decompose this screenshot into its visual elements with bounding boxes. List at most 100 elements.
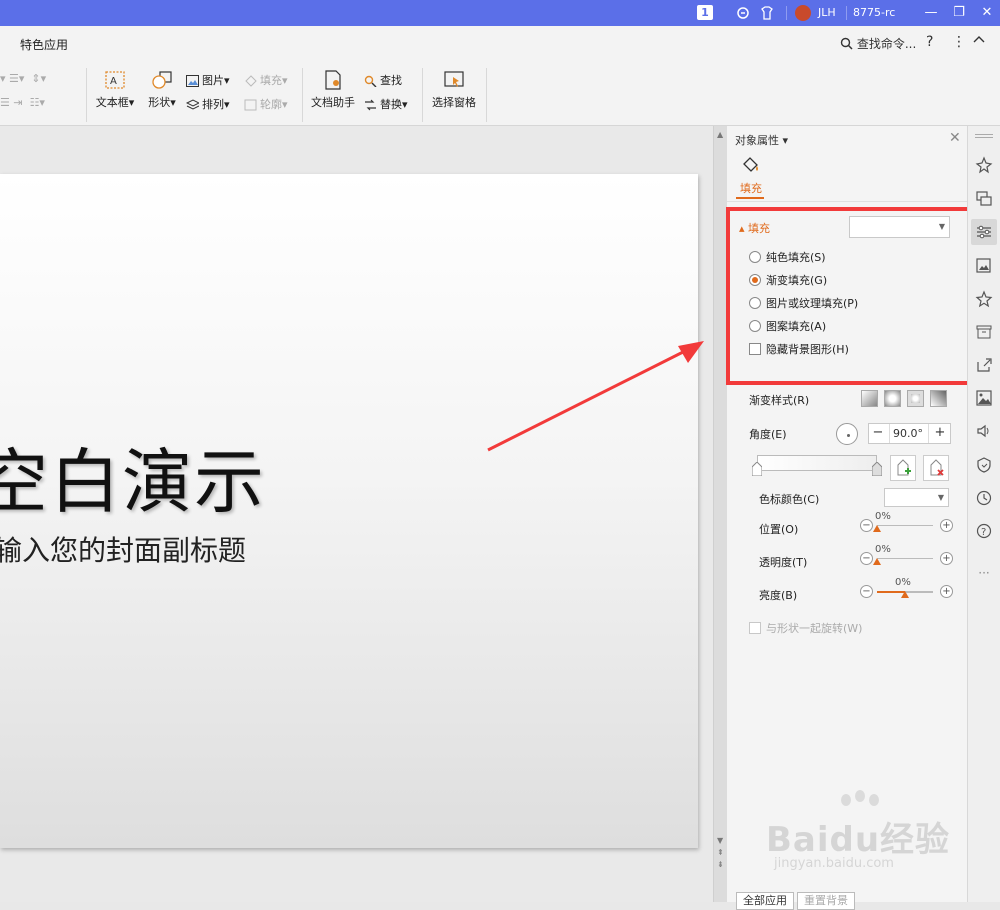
- side-icon-strip: ? ···: [967, 126, 1000, 902]
- arrange-icon: [185, 99, 201, 111]
- paragraph-controls-row2[interactable]: ☰ ⇥ ☷▾: [0, 96, 45, 109]
- minus-icon[interactable]: −: [860, 552, 873, 565]
- command-search[interactable]: 查找命令...: [840, 35, 916, 52]
- shape-icon: [151, 70, 173, 90]
- panel-close-icon[interactable]: ✕: [949, 130, 961, 146]
- fill-tab-icon[interactable]: [741, 156, 761, 176]
- menu-bar: 特色应用 查找命令... ? ⋮: [0, 26, 1000, 62]
- build-label: 8775-rc: [853, 6, 896, 19]
- rotate-with-shape-checkbox[interactable]: [749, 622, 761, 634]
- picture-icon[interactable]: [975, 389, 993, 407]
- page-down-icon[interactable]: ⇟: [717, 860, 724, 869]
- minimize-button[interactable]: —: [916, 0, 946, 26]
- window-count-badge[interactable]: 1: [697, 5, 713, 20]
- scroll-down-icon[interactable]: ▼: [717, 836, 723, 845]
- rotate-with-shape-option[interactable]: 与形状一起旋转(W): [749, 620, 862, 636]
- gradient-style-linear[interactable]: [861, 390, 878, 407]
- textbox-button[interactable]: A 文本框▾: [93, 70, 137, 110]
- canvas-scrollbar[interactable]: ▲ ▼ ⇞ ⇟: [713, 126, 727, 902]
- minus-icon[interactable]: −: [860, 519, 873, 532]
- minus-icon[interactable]: −: [860, 585, 873, 598]
- gradient-style-path[interactable]: [930, 390, 947, 407]
- transparency-slider[interactable]: − 0% +: [860, 544, 953, 566]
- close-button[interactable]: ✕: [972, 0, 1000, 26]
- user-name[interactable]: JLH: [818, 0, 836, 26]
- arrange-button[interactable]: 排列▾: [185, 96, 230, 112]
- find-button[interactable]: 查找: [364, 72, 402, 88]
- reset-background-button[interactable]: 重置背景: [797, 892, 855, 910]
- fill-button[interactable]: 填充▾: [244, 72, 288, 88]
- slide[interactable]: 空白演示 输入您的封面副标题: [0, 174, 698, 848]
- slide-canvas[interactable]: 空白演示 输入您的封面副标题: [0, 126, 713, 902]
- gradient-style-rect[interactable]: [907, 390, 924, 407]
- selection-pane-label: 选择窗格: [432, 96, 476, 109]
- share-icon[interactable]: [975, 356, 993, 374]
- slider-thumb[interactable]: [901, 591, 909, 598]
- textbox-label: 文本框: [95, 96, 129, 109]
- restore-button[interactable]: ❐: [944, 0, 974, 26]
- shield-icon[interactable]: [975, 456, 993, 474]
- slide-title[interactable]: 空白演示: [0, 426, 266, 527]
- plus-icon[interactable]: +: [940, 552, 953, 565]
- angle-stepper[interactable]: − 90.0° +: [868, 423, 951, 444]
- plus-icon[interactable]: +: [940, 519, 953, 532]
- position-slider[interactable]: − 0% +: [860, 511, 953, 533]
- angle-decrease-button[interactable]: −: [869, 424, 887, 443]
- more-icon[interactable]: ···: [975, 566, 993, 584]
- slide-subtitle[interactable]: 输入您的封面副标题: [0, 529, 246, 569]
- gradient-style-radial[interactable]: [884, 390, 901, 407]
- picture-button[interactable]: 图片▾: [186, 72, 230, 88]
- panel-bottom-buttons: 全部应用 重置背景: [736, 892, 858, 910]
- gradient-stops-bar[interactable]: [757, 455, 877, 471]
- scroll-up-icon[interactable]: ▲: [717, 130, 723, 139]
- outline-button[interactable]: 轮廓▾: [244, 96, 288, 112]
- audio-icon[interactable]: [975, 422, 993, 440]
- selection-pane-button[interactable]: 选择窗格: [430, 70, 478, 110]
- more-button[interactable]: ⋮: [952, 34, 966, 50]
- history-icon[interactable]: [975, 489, 993, 507]
- apply-all-button[interactable]: 全部应用: [736, 892, 794, 910]
- collapse-ribbon-button[interactable]: [972, 32, 986, 50]
- titlebar-divider: [846, 6, 847, 20]
- paragraph-controls-row1[interactable]: ▾ ☰▾ ⇕▾: [0, 72, 46, 85]
- properties-icon[interactable]: [971, 219, 997, 245]
- star-icon[interactable]: [975, 290, 993, 308]
- angle-increase-button[interactable]: +: [931, 424, 949, 443]
- tab-special-apps[interactable]: 特色应用: [20, 36, 68, 53]
- plus-icon[interactable]: +: [940, 585, 953, 598]
- title-bar: 1 JLH 8775-rc — ❐ ✕: [0, 0, 1000, 26]
- page-up-icon[interactable]: ⇞: [717, 848, 724, 857]
- titlebar-divider: [786, 6, 787, 20]
- replace-button[interactable]: 替换▾: [364, 96, 408, 112]
- skin-icon[interactable]: [760, 0, 774, 26]
- help-icon[interactable]: ?: [975, 522, 993, 540]
- slider-thumb[interactable]: [873, 525, 881, 532]
- angle-value[interactable]: 90.0°: [889, 424, 929, 443]
- image-gallery-icon[interactable]: [975, 257, 993, 275]
- avatar[interactable]: [795, 5, 811, 21]
- cloud-icon[interactable]: [736, 0, 750, 26]
- ribbon-separator: [302, 68, 303, 122]
- gradient-stop-right[interactable]: [871, 461, 883, 477]
- brightness-slider[interactable]: − 0% +: [860, 577, 953, 599]
- angle-dial[interactable]: [836, 423, 858, 445]
- doc-helper-button[interactable]: 文档助手: [309, 70, 357, 110]
- design-icon[interactable]: [975, 156, 993, 174]
- help-button[interactable]: ?: [926, 34, 933, 50]
- slider-thumb[interactable]: [873, 558, 881, 565]
- shape-button[interactable]: 形状▾: [144, 70, 180, 110]
- replace-icon: [364, 99, 377, 111]
- ribbon-toolbar: ▾ ☰▾ ⇕▾ ☰ ⇥ ☷▾ A 文本框▾ 形状▾ 图片▾ 填充▾ 排列▾ 轮廓…: [0, 62, 1000, 126]
- outline-label: 轮廓: [260, 98, 282, 111]
- drag-handle-icon[interactable]: [975, 134, 993, 138]
- gradient-stop-left[interactable]: [751, 461, 763, 477]
- panel-title[interactable]: 对象属性 ▾: [735, 132, 788, 148]
- baidu-watermark: Baidu经验 jingyan.baidu.com: [760, 790, 960, 880]
- stop-color-dropdown[interactable]: ▼: [884, 488, 949, 507]
- archive-icon[interactable]: [975, 323, 993, 341]
- layout-icon[interactable]: [975, 190, 993, 208]
- add-stop-button[interactable]: [890, 455, 916, 481]
- watermark-url: jingyan.baidu.com: [774, 856, 894, 871]
- delete-stop-button[interactable]: [923, 455, 949, 481]
- tab-fill[interactable]: 填充: [740, 180, 762, 196]
